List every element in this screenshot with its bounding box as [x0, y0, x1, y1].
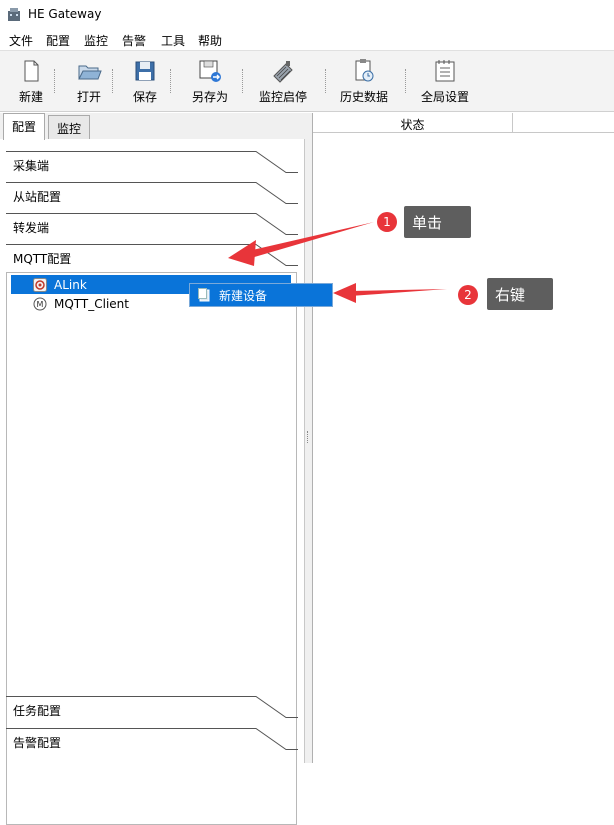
arrow-2-shaft	[350, 289, 447, 296]
arrow-1-head	[228, 240, 256, 266]
annotation-note-2: 右键	[487, 278, 553, 310]
annotation-arrows	[228, 222, 447, 303]
arrow-1-shaft	[248, 222, 374, 258]
annotation-note-1: 单击	[404, 206, 471, 238]
arrow-2-head	[333, 283, 356, 303]
annotation-badge-1: 1	[377, 212, 397, 232]
annotation-badge-2: 2	[458, 285, 478, 305]
